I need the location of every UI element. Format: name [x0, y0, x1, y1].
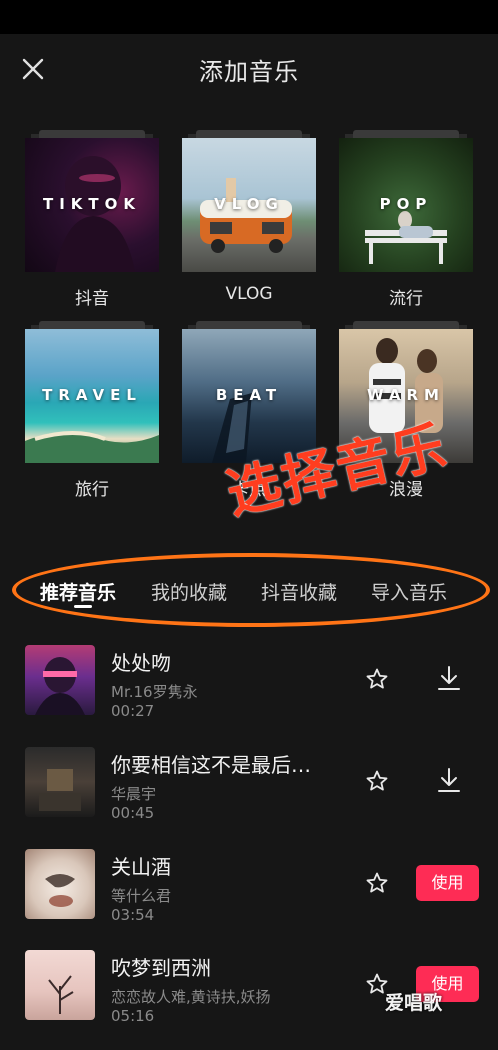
header: 添加音乐 — [0, 34, 498, 104]
song-artist: 华晨宇 — [111, 785, 157, 803]
cover-art — [39, 769, 81, 811]
cover-stack — [39, 130, 145, 138]
cover-label: TIKTOK — [42, 195, 142, 213]
category-label: 旅行 — [75, 480, 109, 500]
status-bar — [0, 0, 498, 34]
song-cover — [25, 849, 95, 919]
category-cover[interactable]: TRAVEL — [25, 329, 159, 463]
category-cover[interactable]: BEAT — [182, 329, 316, 463]
song-row[interactable]: 你要相信这不是最后… 华晨宇 00:45 — [0, 747, 498, 847]
cover-stack — [196, 130, 302, 138]
category-label: 浪漫 — [389, 480, 423, 500]
active-tab-indicator — [74, 605, 92, 608]
song-artist: Mr.16罗隽永 — [111, 683, 198, 701]
song-title: 吹梦到西洲 — [111, 956, 211, 980]
download-icon[interactable] — [437, 665, 461, 691]
cover-stack — [196, 321, 302, 329]
tab-douyin-favorites[interactable]: 抖音收藏 — [261, 578, 337, 605]
category-label: VLOG — [225, 284, 273, 304]
song-duration: 05:16 — [111, 1007, 155, 1025]
cover-label: TRAVEL — [42, 386, 142, 404]
cover-label: BEAT — [215, 386, 283, 404]
cover-art — [45, 874, 75, 907]
song-title: 处处吻 — [111, 651, 171, 675]
cover-stack — [39, 321, 145, 329]
cover-stack — [353, 321, 459, 329]
cover-label: VLOG — [214, 195, 284, 213]
cover-label: WARM — [367, 386, 445, 404]
tab-favorites[interactable]: 我的收藏 — [151, 578, 227, 605]
song-cover — [25, 645, 95, 715]
cover-art — [48, 975, 74, 1014]
use-button[interactable]: 使用 — [416, 865, 479, 901]
tab-recommended[interactable]: 推荐音乐 — [40, 578, 116, 605]
song-duration: 03:54 — [111, 906, 155, 924]
watermark: 爱唱歌 — [385, 992, 443, 1014]
song-title: 关山酒 — [111, 855, 171, 879]
download-icon[interactable] — [437, 767, 461, 793]
cover-art — [35, 657, 85, 715]
category-cover[interactable]: POP — [339, 138, 473, 272]
song-row[interactable]: 关山酒 等什么君 03:54 使用 — [0, 849, 498, 949]
category-label: 流行 — [389, 289, 423, 309]
song-title: 你要相信这不是最后… — [111, 753, 311, 777]
song-duration: 00:27 — [111, 702, 155, 720]
tab-import[interactable]: 导入音乐 — [371, 578, 447, 605]
song-cover — [25, 950, 95, 1020]
song-artist: 等什么君 — [111, 887, 172, 905]
category-label: 抖音 — [75, 289, 109, 309]
song-duration: 00:45 — [111, 804, 155, 822]
star-icon[interactable] — [365, 871, 389, 895]
category-label: 卡点 — [232, 480, 266, 500]
song-row[interactable]: 处处吻 Mr.16罗隽永 00:27 — [0, 645, 498, 745]
cover-stack — [353, 130, 459, 138]
star-icon[interactable] — [365, 667, 389, 691]
page-title: 添加音乐 — [199, 58, 299, 86]
song-cover — [25, 747, 95, 817]
song-artist: 恋恋故人难,黄诗扶,妖扬 — [111, 988, 271, 1006]
category-cover[interactable]: WARM — [339, 329, 473, 463]
category-cover[interactable]: VLOG — [182, 138, 316, 272]
category-cover[interactable]: TIKTOK — [25, 138, 159, 272]
cover-label: POP — [379, 195, 433, 213]
star-icon[interactable] — [365, 769, 389, 793]
